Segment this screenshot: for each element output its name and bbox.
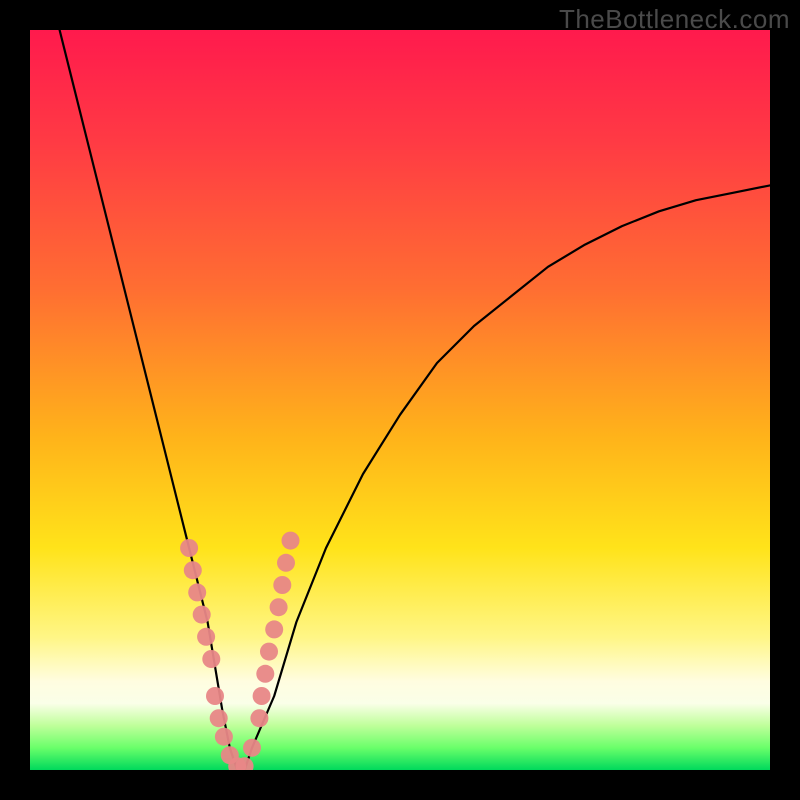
scatter-point — [282, 532, 300, 550]
scatter-point — [273, 576, 291, 594]
scatter-point — [265, 620, 283, 638]
scatter-point — [277, 554, 295, 572]
scatter-point — [260, 643, 278, 661]
chart-svg — [30, 30, 770, 770]
scatter-points — [180, 532, 299, 770]
scatter-point — [250, 709, 268, 727]
scatter-point — [206, 687, 224, 705]
scatter-point — [253, 687, 271, 705]
scatter-point — [215, 728, 233, 746]
scatter-point — [188, 583, 206, 601]
scatter-point — [202, 650, 220, 668]
scatter-point — [184, 561, 202, 579]
scatter-point — [243, 739, 261, 757]
scatter-point — [270, 598, 288, 616]
scatter-point — [193, 606, 211, 624]
bottleneck-curve — [60, 30, 770, 770]
scatter-point — [210, 709, 228, 727]
scatter-point — [197, 628, 215, 646]
scatter-point — [256, 665, 274, 683]
plot-area — [30, 30, 770, 770]
scatter-point — [180, 539, 198, 557]
chart-frame: TheBottleneck.com — [0, 0, 800, 800]
